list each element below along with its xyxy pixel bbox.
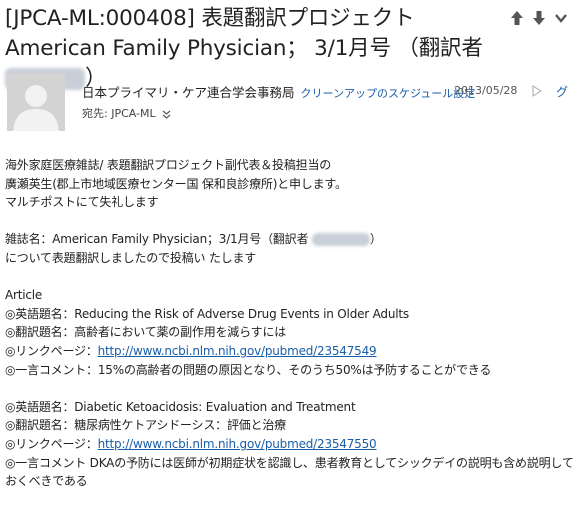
article-link-line: ◎リンクページ：http://www.ncbi.nlm.nih.gov/pubm… bbox=[5, 342, 575, 361]
avatar-placeholder-icon bbox=[7, 73, 65, 131]
article-link-label: ◎リンクページ： bbox=[5, 436, 98, 451]
sender-line: 日本プライマリ・ケア連合学会事務局 クリーンアップのスケジュール設定 bbox=[82, 82, 475, 100]
received-date: 2013/05/28 bbox=[454, 84, 518, 97]
section-label: Article bbox=[5, 288, 43, 303]
cleanup-schedule-link[interactable]: クリーンアップのスケジュール設定 bbox=[301, 87, 476, 100]
body-line: マルチポストにて失礼します bbox=[5, 195, 159, 210]
article-link-label: ◎リンクページ： bbox=[5, 343, 98, 358]
body-line: 海外家庭医療雑誌/ 表題翻訳プロジェクト副代表＆投稿担当の bbox=[5, 158, 332, 172]
recipient-line: 宛先: JPCA-ML bbox=[82, 105, 171, 121]
subject-text: [JPCA-ML:000408] 表題翻訳プロジェクト American Fam… bbox=[5, 6, 483, 61]
pubmed-link[interactable]: http://www.ncbi.nlm.nih.gov/pubmed/23547… bbox=[98, 344, 377, 358]
sender-name[interactable]: 日本プライマリ・ケア連合学会事務局 bbox=[82, 85, 295, 100]
avatar bbox=[7, 73, 65, 131]
arrow-down-icon[interactable] bbox=[532, 10, 546, 26]
article-ja-title: ◎翻訳題名：高齢者において薬の副作用を減らすには bbox=[5, 325, 287, 340]
message-navigation bbox=[510, 10, 568, 26]
chevron-down-icon[interactable] bbox=[554, 10, 568, 26]
to-label: 宛先: bbox=[82, 107, 108, 120]
arrow-up-icon[interactable] bbox=[510, 10, 524, 26]
expand-chevron-icon[interactable] bbox=[162, 110, 171, 119]
body-line: について表題翻訳しましたので投稿い たします bbox=[5, 250, 257, 265]
email-body: 海外家庭医療雑誌/ 表題翻訳プロジェクト副代表＆投稿担当の 廣瀬英生(郡上市地域… bbox=[5, 156, 575, 491]
truncated-action-link[interactable]: グ bbox=[556, 83, 568, 100]
article-en-title: ◎英語題名：Reducing the Risk of Adverse Drug … bbox=[5, 306, 409, 321]
article-en-title: ◎英語題名：Diabetic Ketoacidosis: Evaluation … bbox=[5, 399, 356, 414]
pubmed-link[interactable]: http://www.ncbi.nlm.nih.gov/pubmed/23547… bbox=[98, 437, 377, 451]
journal-line-text: 雑誌名：American Family Physician；3/1月号（翻訳者 bbox=[5, 232, 309, 247]
article-comment: ◎一言コメント：15%の高齢者の問題の原因となり、そのうち50%は予防することが… bbox=[5, 362, 492, 377]
journal-line-close: ） bbox=[369, 232, 382, 247]
article-comment: ◎一言コメント DKAの予防には医師が初期症状を認識し、患者教育としてシックデイ… bbox=[5, 455, 574, 489]
journal-line: 雑誌名：American Family Physician；3/1月号（翻訳者 … bbox=[5, 230, 575, 249]
reply-icon[interactable] bbox=[532, 85, 542, 97]
email-subject: [JPCA-ML:000408] 表題翻訳プロジェクト American Fam… bbox=[5, 4, 505, 94]
body-line: 廣瀬英生(郡上市地域医療センター国 保和良診療所)と申します。 bbox=[5, 176, 347, 191]
article-ja-title: ◎翻訳題名：糖尿病性ケトアシドーシス：評価と治療 bbox=[5, 418, 286, 433]
to-value[interactable]: JPCA-ML bbox=[111, 107, 155, 120]
article-link-line: ◎リンクページ：http://www.ncbi.nlm.nih.gov/pubm… bbox=[5, 435, 575, 454]
redacted-translator-name bbox=[311, 233, 370, 247]
